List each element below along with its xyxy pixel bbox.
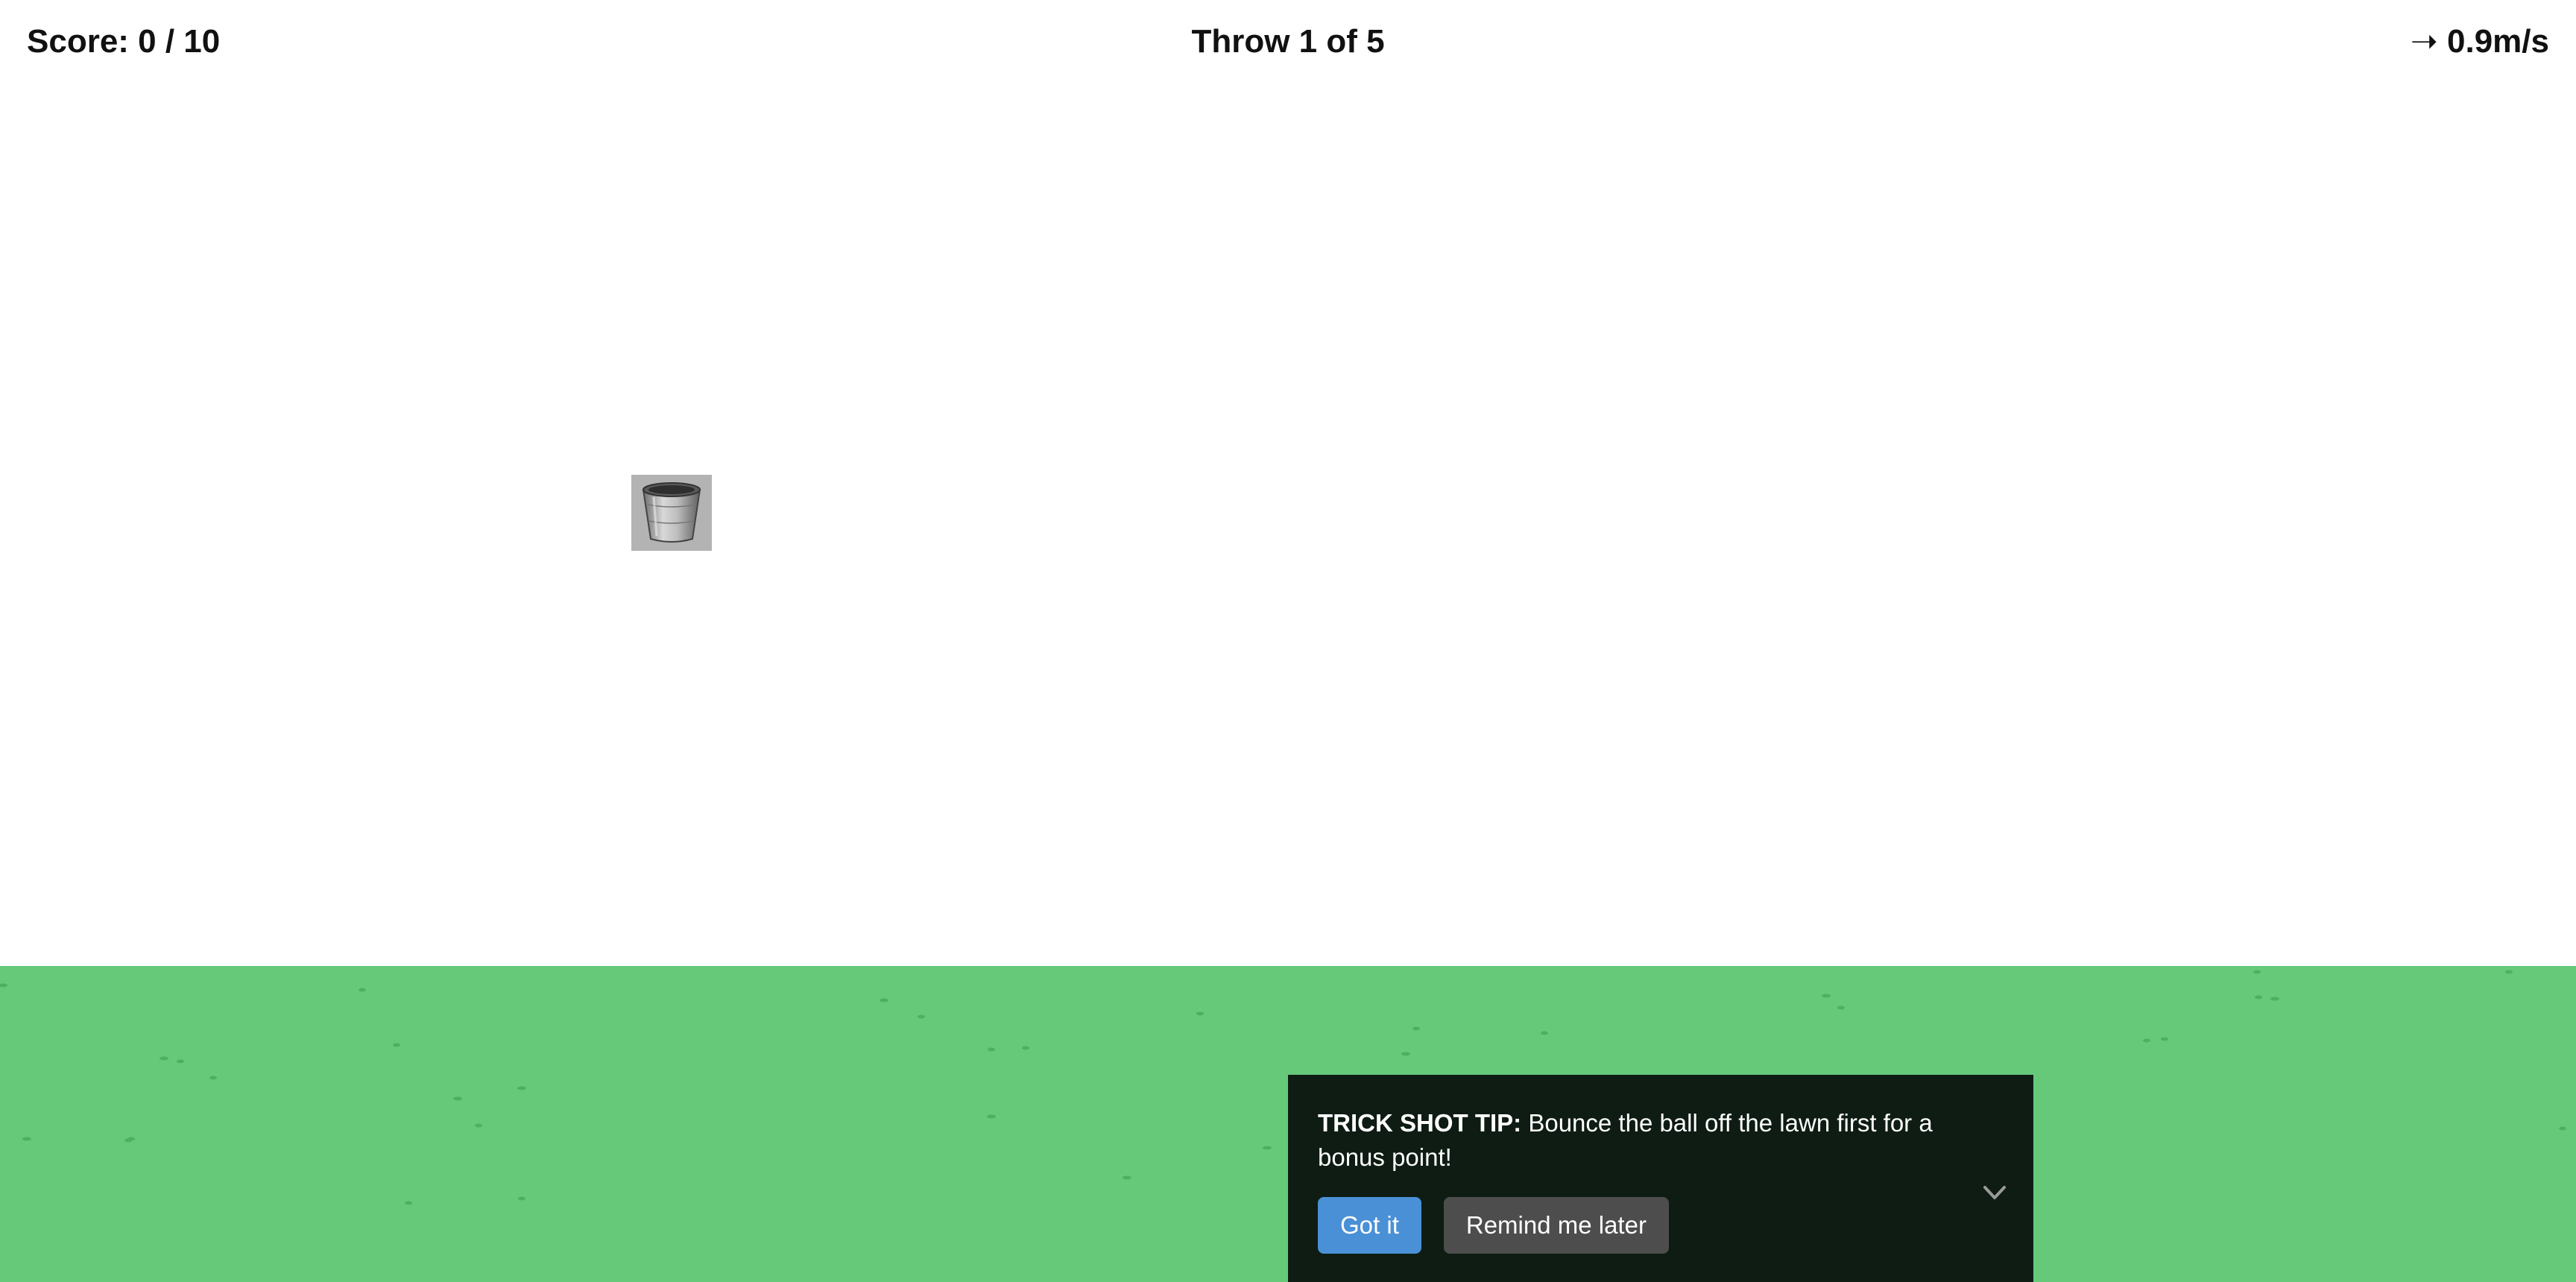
grass-tuft (1541, 1031, 1548, 1035)
grass-tuft (880, 998, 888, 1002)
tip-actions: Got it Remind me later (1318, 1197, 2004, 1254)
grass-tuft (2253, 970, 2261, 974)
grass-tuft (1822, 994, 1831, 998)
got-it-button[interactable]: Got it (1318, 1197, 1421, 1254)
grass-tuft (1412, 1026, 1420, 1031)
game-stage[interactable]: Score: 0 / 10 Throw 1 of 5 ➝ 0.9m/s TRIC… (0, 0, 2576, 1282)
wind-indicator: ➝ 0.9m/s (2410, 23, 2549, 60)
grass-tuft (359, 988, 366, 992)
grass-tuft (2559, 1126, 2566, 1131)
grass-tuft (177, 1059, 184, 1064)
grass-tuft (1022, 1046, 1029, 1050)
grass-tuft (918, 1014, 925, 1019)
grass-tuft (405, 1201, 412, 1205)
grass-tuft (453, 1096, 462, 1101)
grass-tuft (987, 1114, 996, 1119)
grass-tuft (209, 1076, 217, 1080)
grass-tuft (393, 1043, 400, 1047)
remind-later-button[interactable]: Remind me later (1443, 1197, 1669, 1254)
trick-shot-tip-panel: TRICK SHOT TIP: Bounce the ball off the … (1288, 1075, 2033, 1282)
grass-tuft (2505, 970, 2513, 974)
grass-tuft (517, 1086, 526, 1090)
grass-tuft (0, 983, 7, 988)
grass-tuft (1123, 1175, 1131, 1180)
grass-tuft (1263, 1146, 1272, 1150)
grass-tuft (2161, 1037, 2168, 1041)
bucket-icon (642, 482, 701, 543)
grass-tuft (1196, 1011, 1204, 1016)
grass-tuft (1837, 1005, 1845, 1010)
grass-tuft (160, 1056, 168, 1061)
grass-tuft (988, 1047, 995, 1052)
grass-tuft (127, 1137, 135, 1141)
grass-tuft (2270, 997, 2279, 1001)
grass-tuft (475, 1123, 482, 1128)
grass-tuft (22, 1137, 31, 1141)
grass-tuft (2255, 995, 2262, 1000)
tip-message: TRICK SHOT TIP: Bounce the ball off the … (1318, 1106, 1959, 1175)
grass-tuft (518, 1196, 525, 1201)
grass-tuft (2143, 1038, 2150, 1043)
tip-heading: TRICK SHOT TIP: (1318, 1109, 1522, 1137)
throw-counter: Throw 1 of 5 (1191, 23, 1385, 60)
chevron-down-icon[interactable] (1981, 1179, 2008, 1206)
bucket-target (631, 475, 712, 551)
grass-tuft (1401, 1052, 1410, 1056)
